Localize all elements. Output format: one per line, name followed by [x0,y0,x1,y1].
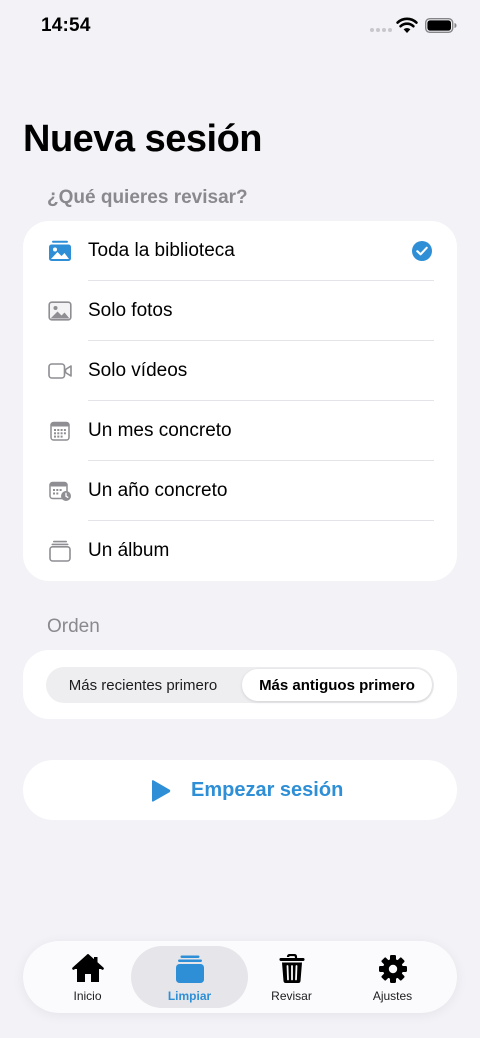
option-photos-only[interactable]: Solo fotos [23,281,457,341]
tab-revisar[interactable]: Revisar [233,946,350,1008]
battery-icon [425,18,457,33]
album-stack-icon [49,540,71,562]
order-newest-first[interactable]: Más recientes primero [48,669,238,701]
tab-label: Ajustes [372,989,413,1003]
wifi-icon [396,17,418,33]
tab-inicio[interactable]: Inicio [29,946,146,1008]
option-specific-month[interactable]: Un mes concreto [23,401,457,461]
calendar-icon [50,421,70,441]
tab-ajustes[interactable]: Ajustes [334,946,451,1008]
option-label: Un álbum [88,540,170,561]
scope-options-card: Toda la biblioteca Solo fotos Solo vídeo… [23,221,457,581]
order-section-label: Orden [47,616,100,637]
stack-icon [175,955,204,983]
start-session-label: Empezar sesión [191,779,344,801]
status-bar: 14:54 [0,0,480,54]
option-specific-year[interactable]: Un año concreto [23,461,457,521]
play-icon [152,780,171,802]
tab-bar: Inicio Limpiar Revisar Ajustes [23,941,457,1013]
status-time: 14:54 [41,15,91,36]
tab-limpiar[interactable]: Limpiar [131,946,248,1008]
tab-label: Limpiar [167,989,212,1003]
tab-label: Inicio [73,989,102,1003]
order-segmented-control: Más recientes primero Más antiguos prime… [46,667,434,703]
start-session-button[interactable]: Empezar sesión [23,760,457,820]
option-label: Un mes concreto [88,420,232,441]
order-card: Más recientes primero Más antiguos prime… [23,650,457,719]
option-label: Un año concreto [88,480,228,501]
trash-icon [279,954,304,983]
option-album[interactable]: Un álbum [23,521,457,581]
screen: 14:54 Nueva sesión ¿Qué quieres revisar?… [0,0,480,1038]
photo-icon [48,301,72,321]
option-label: Solo vídeos [88,360,188,381]
cellular-signal-icon [370,28,392,32]
house-icon [71,954,104,982]
order-oldest-first[interactable]: Más antiguos primero [242,669,432,701]
scope-section-label: ¿Qué quieres revisar? [47,187,248,208]
option-label: Solo fotos [88,300,173,321]
option-label: Toda la biblioteca [88,240,235,261]
tab-label: Revisar [271,989,312,1003]
option-videos-only[interactable]: Solo vídeos [23,341,457,401]
calendar-clock-icon [49,481,71,501]
video-icon [48,363,72,379]
photo-library-icon [49,240,71,261]
checkmark-circle-icon [412,241,432,261]
option-whole-library[interactable]: Toda la biblioteca [23,221,457,281]
page-title: Nueva sesión [23,118,263,160]
gear-icon [378,955,407,983]
